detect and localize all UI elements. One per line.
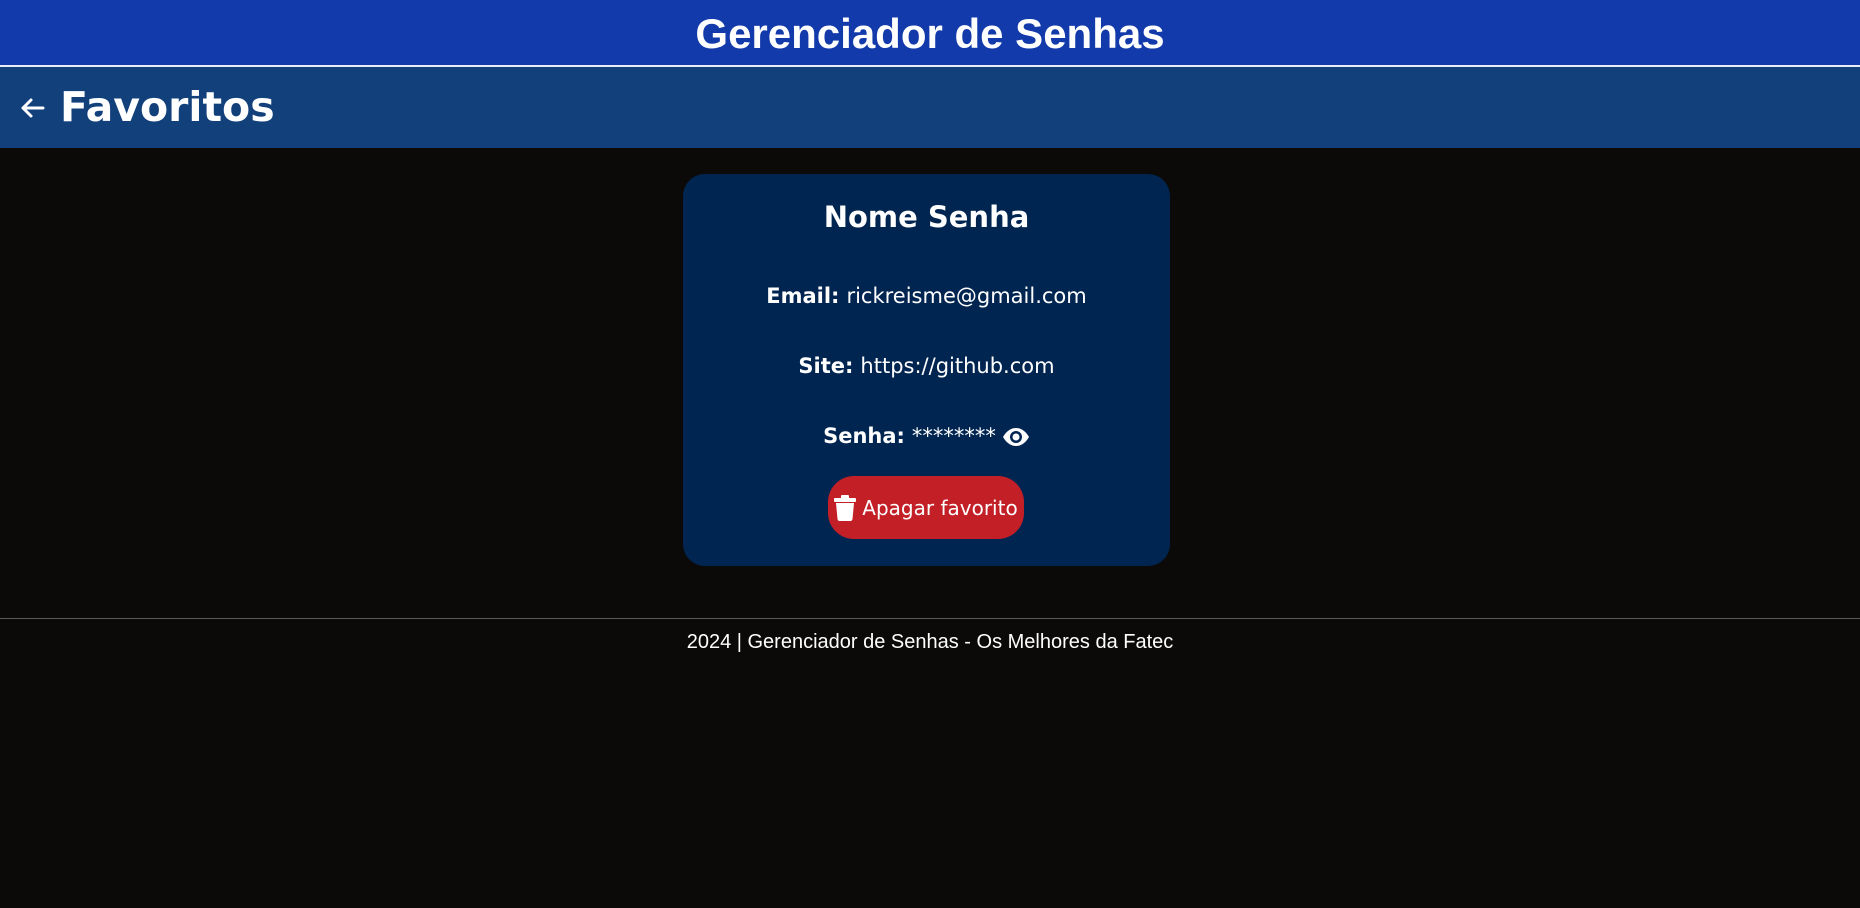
site-label: Site: bbox=[798, 354, 854, 378]
favorites-content: Nome Senha Email: rickreisme@gmail.com S… bbox=[0, 148, 1860, 618]
trash-icon bbox=[834, 494, 857, 521]
arrow-left-icon bbox=[21, 98, 45, 117]
footer: 2024 | Gerenciador de Senhas - Os Melhor… bbox=[0, 618, 1860, 678]
page-title: Favoritos bbox=[60, 83, 275, 131]
favorite-card: Nome Senha Email: rickreisme@gmail.com S… bbox=[683, 174, 1170, 566]
app-header: Gerenciador de Senhas bbox=[0, 0, 1860, 67]
eye-icon[interactable] bbox=[1002, 426, 1030, 448]
password-value: ******** bbox=[911, 424, 996, 448]
site-value: https://github.com bbox=[860, 354, 1055, 378]
delete-favorite-button[interactable]: Apagar favorito bbox=[828, 476, 1024, 539]
email-row: Email: rickreisme@gmail.com bbox=[683, 284, 1170, 309]
password-row: Senha: ******** bbox=[683, 424, 1170, 449]
app-title: Gerenciador de Senhas bbox=[695, 9, 1165, 57]
email-value: rickreisme@gmail.com bbox=[846, 284, 1087, 308]
site-row: Site: https://github.com bbox=[683, 354, 1170, 379]
favorite-name: Nome Senha bbox=[823, 200, 1030, 234]
password-label: Senha: bbox=[823, 424, 905, 448]
email-label: Email: bbox=[766, 284, 840, 308]
page-header: Favoritos bbox=[0, 67, 1860, 148]
footer-text: 2024 | Gerenciador de Senhas - Os Melhor… bbox=[686, 631, 1174, 653]
back-button[interactable] bbox=[18, 94, 46, 122]
delete-favorite-label: Apagar favorito bbox=[862, 495, 1018, 520]
